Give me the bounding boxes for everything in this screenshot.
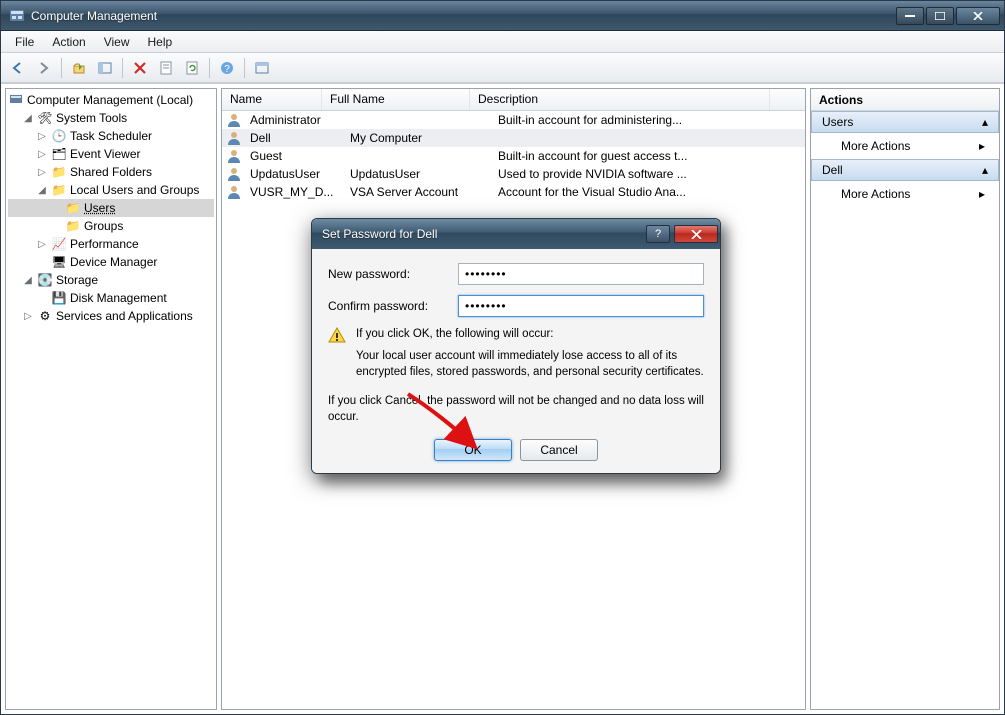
tree-task-scheduler[interactable]: ▷🕒Task Scheduler: [8, 127, 214, 145]
dialog-close-button[interactable]: [674, 225, 718, 243]
confirm-password-input[interactable]: [458, 295, 704, 317]
svg-text:?: ?: [224, 64, 230, 75]
help-button[interactable]: ?: [216, 57, 238, 79]
export-list-button[interactable]: [251, 57, 273, 79]
refresh-button[interactable]: [181, 57, 203, 79]
tree-shared-folders[interactable]: ▷📁Shared Folders: [8, 163, 214, 181]
tree-groups[interactable]: 📁Groups: [8, 217, 214, 235]
tree-root[interactable]: Computer Management (Local): [8, 91, 214, 109]
device-icon: 🖥: [51, 254, 67, 270]
dialog-body: New password: Confirm password: If you c…: [312, 249, 720, 473]
toolbar: ?: [1, 53, 1004, 83]
tree-users[interactable]: 📁Users: [8, 199, 214, 217]
tree-system-tools[interactable]: ◢🛠System Tools: [8, 109, 214, 127]
forward-button[interactable]: [33, 57, 55, 79]
tree-event-viewer[interactable]: ▷🗂Event Viewer: [8, 145, 214, 163]
user-icon: [226, 148, 242, 164]
collapse-icon[interactable]: ◢: [36, 185, 48, 196]
actions-more-dell[interactable]: More Actions▸: [811, 181, 999, 207]
properties-button[interactable]: [155, 57, 177, 79]
actions-more-users[interactable]: More Actions▸: [811, 133, 999, 159]
cancel-button[interactable]: Cancel: [520, 439, 598, 461]
tree-panel[interactable]: Computer Management (Local) ◢🛠System Too…: [5, 88, 217, 710]
user-icon: [226, 130, 242, 146]
maximize-button[interactable]: [926, 7, 954, 25]
folder-icon: 📁: [65, 200, 81, 216]
actions-group-dell[interactable]: Dell▴: [811, 159, 999, 181]
col-fullname[interactable]: Full Name: [322, 89, 470, 110]
dialog-title: Set Password for Dell: [322, 227, 642, 241]
menu-file[interactable]: File: [7, 33, 42, 51]
warning-heading: If you click OK, the following will occu…: [356, 327, 554, 345]
event-icon: 🗂: [51, 146, 67, 162]
expand-icon[interactable]: ▷: [36, 239, 48, 250]
expand-icon[interactable]: ▷: [22, 311, 34, 322]
cancel-info-text: If you click Cancel, the password will n…: [328, 394, 704, 425]
expand-icon[interactable]: ▷: [36, 149, 48, 160]
tree-performance[interactable]: ▷📈Performance: [8, 235, 214, 253]
performance-icon: 📈: [51, 236, 67, 252]
list-row[interactable]: UpdatusUserUpdatusUserUsed to provide NV…: [222, 165, 805, 183]
confirm-password-label: Confirm password:: [328, 299, 458, 313]
menu-help[interactable]: Help: [140, 33, 181, 51]
tree-storage[interactable]: ◢💽Storage: [8, 271, 214, 289]
dialog-help-button[interactable]: ?: [646, 225, 670, 243]
expand-icon[interactable]: ▷: [36, 167, 48, 178]
collapse-icon[interactable]: ◢: [22, 113, 34, 124]
collapse-icon: ▴: [982, 115, 988, 129]
collapse-icon: ▴: [982, 163, 988, 177]
tree-disk-management[interactable]: 💾Disk Management: [8, 289, 214, 307]
new-password-input[interactable]: [458, 263, 704, 285]
storage-icon: 💽: [37, 272, 53, 288]
delete-button[interactable]: [129, 57, 151, 79]
tree-device-manager[interactable]: 🖥Device Manager: [8, 253, 214, 271]
user-icon: [226, 166, 242, 182]
list-row[interactable]: VUSR_MY_D...VSA Server AccountAccount fo…: [222, 183, 805, 201]
actions-panel: Actions Users▴ More Actions▸ Dell▴ More …: [810, 88, 1000, 710]
collapse-icon[interactable]: ◢: [22, 275, 34, 286]
minimize-button[interactable]: [896, 7, 924, 25]
close-button[interactable]: [956, 7, 1000, 25]
folder-icon: 📁: [65, 218, 81, 234]
menu-action[interactable]: Action: [44, 33, 93, 51]
services-icon: ⚙: [37, 308, 53, 324]
warning-icon: [328, 327, 346, 345]
warning-body: Your local user account will immediately…: [356, 349, 704, 380]
back-button[interactable]: [7, 57, 29, 79]
up-button[interactable]: [68, 57, 90, 79]
show-hide-tree-button[interactable]: [94, 57, 116, 79]
tree-services-apps[interactable]: ▷⚙Services and Applications: [8, 307, 214, 325]
expand-icon[interactable]: ▷: [36, 131, 48, 142]
list-header: Name Full Name Description: [222, 89, 805, 111]
col-description[interactable]: Description: [470, 89, 770, 110]
tree-local-users-groups[interactable]: ◢📁Local Users and Groups: [8, 181, 214, 199]
menu-view[interactable]: View: [96, 33, 138, 51]
window-title: Computer Management: [31, 9, 896, 23]
set-password-dialog: Set Password for Dell ? New password: Co…: [311, 218, 721, 474]
actions-group-users[interactable]: Users▴: [811, 111, 999, 133]
list-row[interactable]: DellMy Computer: [222, 129, 805, 147]
actions-header: Actions: [811, 89, 999, 111]
titlebar[interactable]: Computer Management: [1, 1, 1004, 31]
computer-icon: [8, 92, 24, 108]
dialog-titlebar[interactable]: Set Password for Dell ?: [312, 219, 720, 249]
users-folder-icon: 📁: [51, 182, 67, 198]
user-icon: [226, 112, 242, 128]
menubar: File Action View Help: [1, 31, 1004, 53]
col-name[interactable]: Name: [222, 89, 322, 110]
user-icon: [226, 184, 242, 200]
clock-icon: 🕒: [51, 128, 67, 144]
list-row[interactable]: GuestBuilt-in account for guest access t…: [222, 147, 805, 165]
app-icon: [9, 8, 25, 24]
submenu-icon: ▸: [979, 139, 985, 153]
wrench-icon: 🛠: [37, 110, 53, 126]
ok-button[interactable]: OK: [434, 439, 512, 461]
new-password-label: New password:: [328, 267, 458, 281]
folder-icon: 📁: [51, 164, 67, 180]
list-row[interactable]: AdministratorBuilt-in account for admini…: [222, 111, 805, 129]
submenu-icon: ▸: [979, 187, 985, 201]
disk-icon: 💾: [51, 290, 67, 306]
